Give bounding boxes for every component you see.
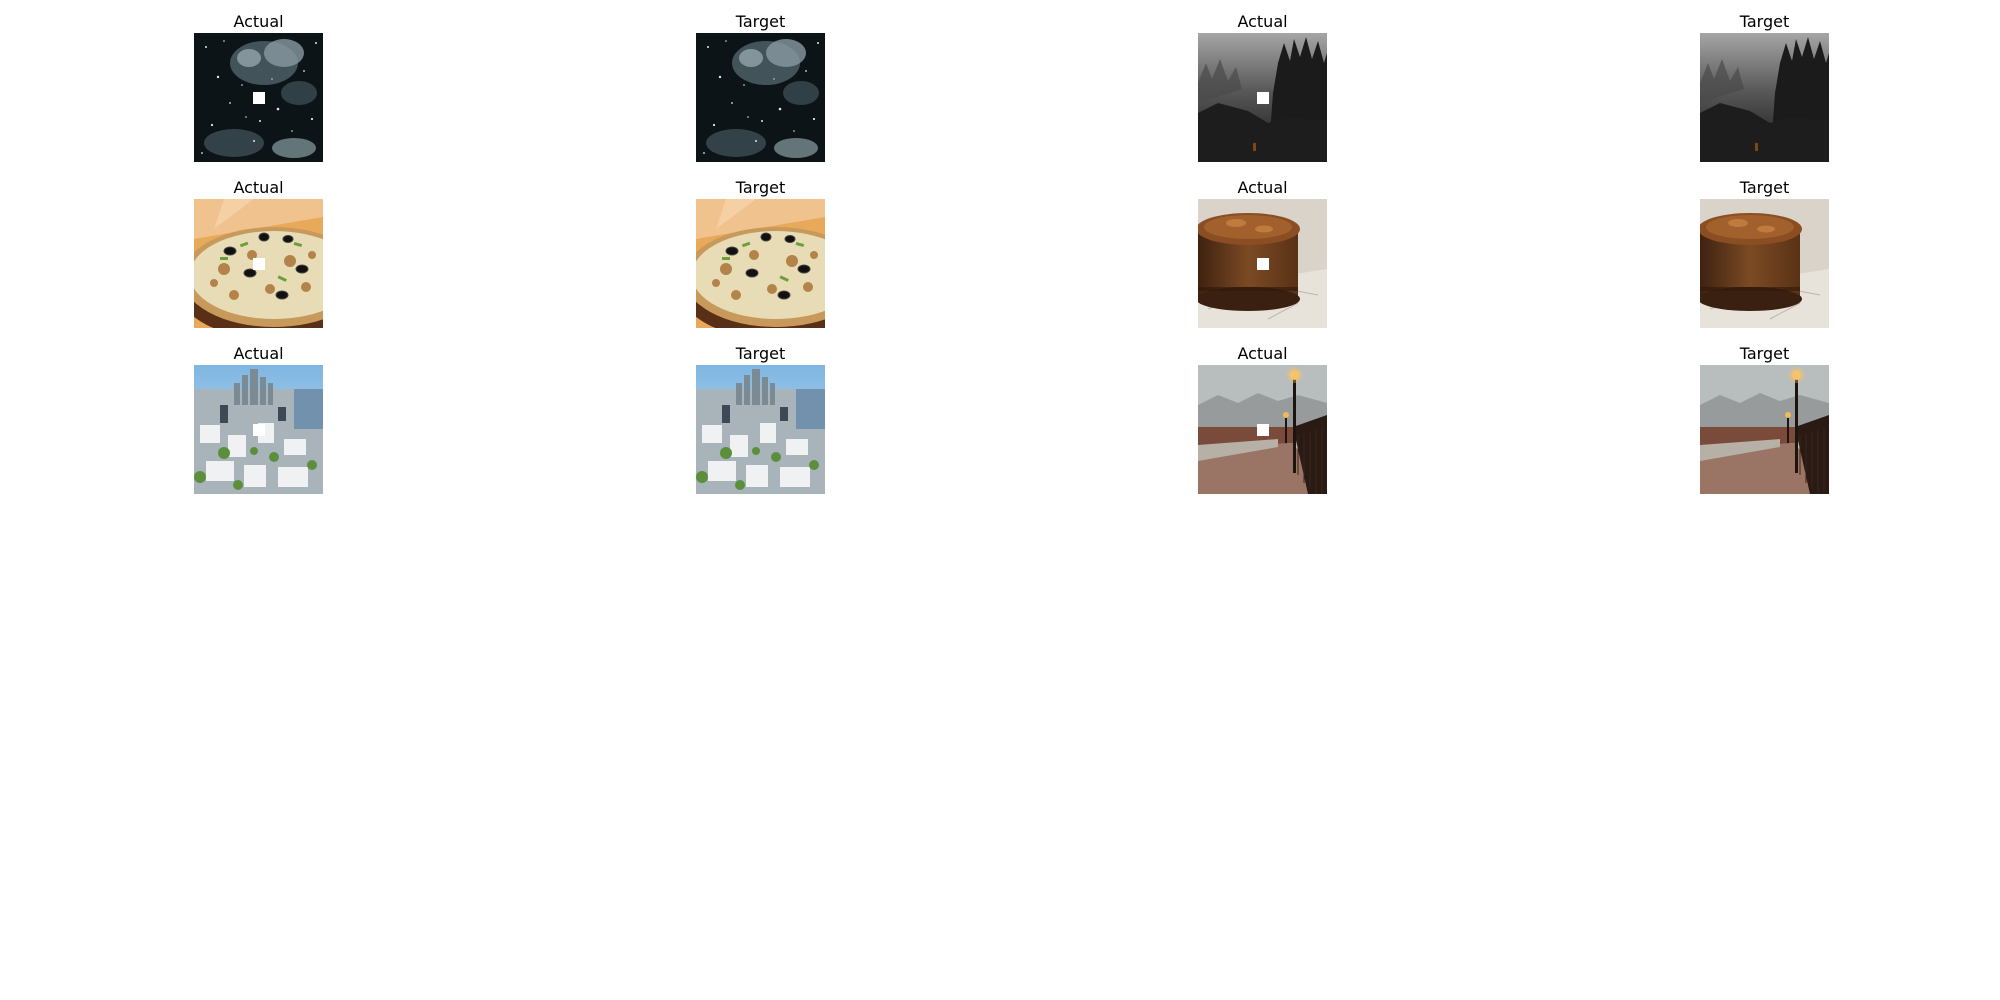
occlusion-patch [253,424,265,436]
bridge-lamps-target-image [1700,365,1829,494]
chocolate-cake-actual-image [1198,199,1327,328]
panel-title: Actual [233,178,284,197]
panel-space-target: Target [696,11,825,32]
panel-title: Actual [1237,178,1288,197]
panel-title: Target [735,344,786,363]
panel-title: Target [1739,344,1790,363]
panel-bridge-actual: Actual [1198,343,1327,364]
pizza-target-image [696,199,825,328]
panel-title: Target [735,178,786,197]
foggy-forest-target-image [1700,33,1829,162]
space-snow-actual-image [194,33,323,162]
panel-city-actual: Actual [194,343,323,364]
city-aerial-target-image [696,365,825,494]
panel-cake-target: Target [1700,177,1829,198]
panel-title: Actual [233,12,284,31]
panel-title: Target [1739,12,1790,31]
panel-cake-actual: Actual [1198,177,1327,198]
panel-title: Actual [1237,344,1288,363]
occlusion-patch [253,92,265,104]
space-snow-target-image [696,33,825,162]
panel-forest-target: Target [1700,11,1829,32]
occlusion-patch [1257,424,1269,436]
bridge-lamps-actual-image [1198,365,1327,494]
chocolate-cake-target-image [1700,199,1829,328]
comparison-figure: Actual Target Actual Target Actual Targe [0,0,2000,1000]
panel-pizza-target: Target [696,177,825,198]
panel-title: Target [735,12,786,31]
occlusion-patch [1257,92,1269,104]
occlusion-patch [253,258,265,270]
foggy-forest-actual-image [1198,33,1327,162]
panel-space-actual: Actual [194,11,323,32]
city-aerial-actual-image [194,365,323,494]
panel-city-target: Target [696,343,825,364]
panel-forest-actual: Actual [1198,11,1327,32]
panel-bridge-target: Target [1700,343,1829,364]
panel-title: Actual [1237,12,1288,31]
pizza-actual-image [194,199,323,328]
panel-title: Actual [233,344,284,363]
occlusion-patch [1257,258,1269,270]
panel-title: Target [1739,178,1790,197]
panel-pizza-actual: Actual [194,177,323,198]
